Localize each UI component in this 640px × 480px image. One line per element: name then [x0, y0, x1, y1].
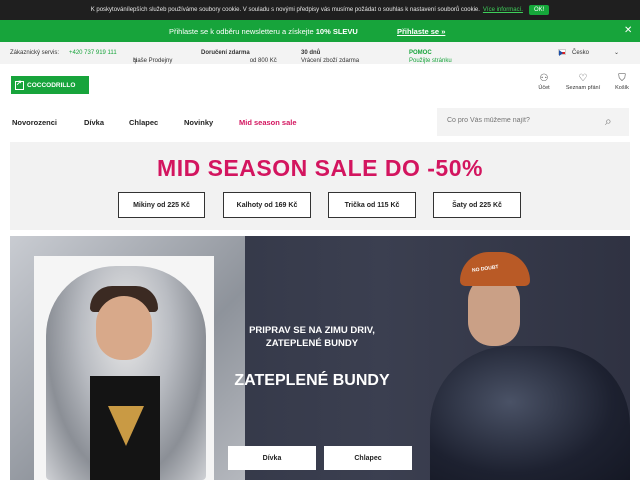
logo-text: COCCODRILLO	[27, 81, 76, 89]
search-input[interactable]	[447, 117, 597, 124]
search-icon[interactable]: ⌕	[605, 114, 612, 129]
logo[interactable]: COCCODRILLO	[11, 76, 89, 94]
newsletter-signup-link[interactable]: Přihlaste se »	[397, 27, 445, 36]
stores-label: Naše Prodejny	[133, 58, 173, 64]
hero-boy-face	[468, 276, 520, 346]
hero-boy-button[interactable]: Chlapec	[324, 446, 412, 470]
hero-girl-button[interactable]: Dívka	[228, 446, 316, 470]
info-bar: Zákaznický servis: +420 737 919 111 ⚲ Na…	[0, 42, 640, 65]
sale-banner: MID SEASON SALE DO -50% Mikiny od 225 Kč…	[10, 142, 630, 230]
free-returns-bold: 30 dnů	[301, 50, 321, 56]
cookie-text: K poskytovánílepších služeb používáme so…	[90, 7, 480, 13]
user-icon: ⚇	[539, 73, 549, 84]
wishlist-button[interactable]: ♡ Seznam přání	[563, 73, 603, 91]
sale-tshirts-button[interactable]: Trička od 115 Kč	[328, 192, 416, 218]
free-returns-info: Vrácení zboží zdarma 30 dnů	[301, 50, 359, 64]
hero-subtitle: PRIPRAV SE NA ZIMU DRIV, ZATEPLENÉ BUNDY	[222, 324, 402, 350]
newsletter-discount: 10% SLEVU	[315, 27, 358, 36]
free-shipping-rest: od 800 Kč	[249, 58, 277, 64]
free-shipping-info: Doručení zdarma od 800 Kč	[201, 50, 277, 64]
hero-title: ZATEPLENÉ BUNDY	[234, 372, 390, 389]
customer-service-phone[interactable]: +420 737 919 111	[69, 50, 117, 56]
newsletter-bar: Přihlaste se k odběru newsletteru a získ…	[0, 20, 640, 42]
nav-item-newborns[interactable]: Novorozenci	[12, 118, 57, 127]
hero-girl-face	[96, 296, 152, 360]
nav-item-girl[interactable]: Dívka	[84, 118, 104, 127]
hero-banner[interactable]: NO DOUBT PRIPRAV SE NA ZIMU DRIV, ZATEPL…	[10, 236, 630, 480]
sale-sweatshirts-button[interactable]: Mikiny od 225 Kč	[118, 192, 205, 218]
sale-pants-button[interactable]: Kalhoty od 169 Kč	[223, 192, 311, 218]
hero-boy-jacket	[430, 346, 630, 480]
free-returns-text: Vrácení zboží zdarma	[301, 58, 360, 64]
account-label: Účet	[538, 85, 550, 91]
newsletter-text-main: Přihlaste se k odběru newsletteru a získ…	[169, 27, 316, 36]
heart-icon: ♡	[578, 73, 588, 84]
nav-item-new[interactable]: Novinky	[184, 118, 213, 127]
search-box: ⌕	[437, 108, 629, 136]
help-page-info[interactable]: Použijte stránku POMOC	[409, 50, 452, 64]
help-page-bold: POMOC	[409, 50, 432, 56]
hero-girl-top-pattern	[108, 406, 144, 446]
cart-label: Košík	[615, 85, 629, 91]
close-icon[interactable]: ✕	[624, 25, 632, 36]
customer-service-label: Zákaznický servis:	[10, 50, 60, 56]
wishlist-label: Seznam přání	[565, 85, 601, 91]
cookie-bar: K poskytovánílepších služeb používáme so…	[0, 0, 640, 20]
cookie-more-info-link[interactable]: Více informací.	[483, 7, 523, 13]
newsletter-text: Přihlaste se k odběru newsletteru a získ…	[169, 27, 358, 36]
account-button[interactable]: ⚇ Účet	[524, 73, 564, 91]
hero-subtitle-line1: PRIPRAV SE NA ZIMU DRIV,	[249, 325, 375, 336]
country-select[interactable]: Česko	[572, 50, 589, 56]
sale-dresses-button[interactable]: Šaty od 225 Kč	[433, 192, 521, 218]
czech-flag-icon	[558, 49, 566, 56]
nav-item-boy[interactable]: Chlapec	[129, 118, 158, 127]
cart-button[interactable]: ⛉ Košík	[602, 73, 640, 91]
chevron-down-icon[interactable]: ⌄	[614, 49, 619, 56]
cookie-ok-button[interactable]: OK!	[528, 5, 550, 15]
help-page-text: Použijte stránku	[409, 58, 452, 64]
sale-title: MID SEASON SALE DO -50%	[157, 155, 483, 181]
logo-mark-icon	[15, 79, 24, 90]
free-shipping-bold: Doručení zdarma	[201, 50, 250, 56]
hero-subtitle-line2: ZATEPLENÉ BUNDY	[265, 338, 359, 349]
nav-item-sale[interactable]: Mid season sale	[239, 118, 297, 127]
bag-icon: ⛉	[618, 73, 626, 84]
